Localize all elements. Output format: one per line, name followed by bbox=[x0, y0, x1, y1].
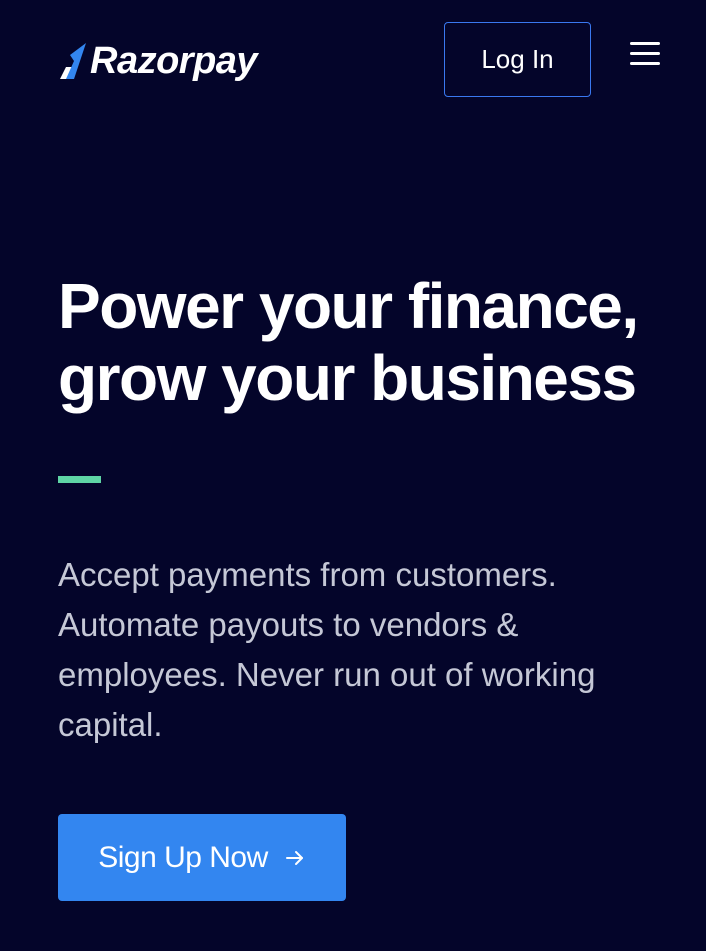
razorpay-logo[interactable]: Razorpay bbox=[58, 36, 258, 86]
sign-up-label: Sign Up Now bbox=[98, 840, 268, 874]
accent-divider bbox=[58, 476, 101, 483]
site-header: Razorpay Log In bbox=[0, 0, 706, 120]
hero-subtitle: Accept payments from customers. Automate… bbox=[58, 556, 596, 743]
sign-up-button[interactable]: Sign Up Now bbox=[58, 814, 346, 901]
hero-title-line-1: Power your finance, bbox=[58, 270, 639, 342]
hero-title-line-2: grow your business bbox=[58, 342, 637, 414]
arrow-right-icon bbox=[285, 850, 303, 865]
razorpay-logo-icon bbox=[60, 43, 86, 79]
hamburger-menu-icon[interactable] bbox=[628, 42, 662, 70]
logo-text: Razorpay bbox=[90, 40, 258, 82]
hero-title: Power your finance, grow your business bbox=[58, 270, 678, 414]
login-button[interactable]: Log In bbox=[444, 22, 591, 97]
